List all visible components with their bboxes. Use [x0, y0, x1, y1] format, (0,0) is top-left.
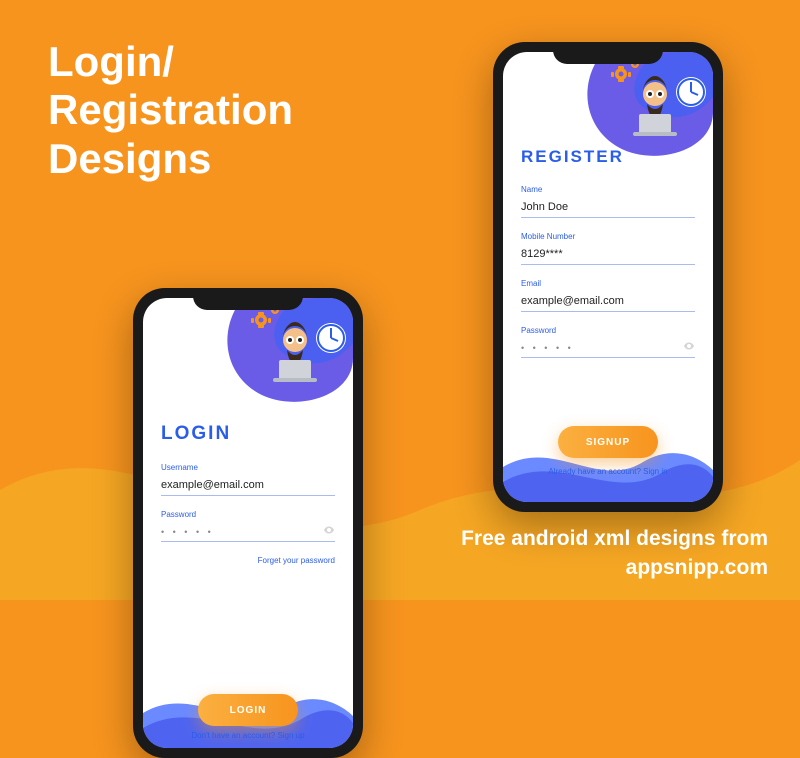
username-input[interactable] [161, 476, 335, 496]
signup-button[interactable]: SIGNUP [558, 426, 658, 458]
headline: Login/ Registration Designs [48, 38, 293, 183]
visibility-icon[interactable] [683, 340, 695, 352]
password-label: Password [161, 510, 335, 519]
hero-illustration [203, 298, 353, 418]
mobile-input[interactable] [521, 245, 695, 265]
password-input[interactable] [521, 340, 695, 358]
headline-line: Login/ [48, 38, 174, 85]
username-label: Username [161, 463, 335, 472]
signin-link[interactable]: Already have an account? Sign in [503, 467, 713, 476]
register-title: REGISTER [521, 147, 695, 167]
email-label: Email [521, 279, 695, 288]
password-input[interactable] [161, 524, 335, 542]
mobile-field: Mobile Number [521, 232, 695, 265]
footer-text: Free android xml designs from appsnipp.c… [461, 525, 768, 582]
password-field: Password [161, 510, 335, 542]
login-button[interactable]: LOGIN [198, 694, 298, 726]
headline-line: Designs [48, 135, 211, 182]
username-field: Username [161, 463, 335, 496]
forgot-password-link[interactable]: Forget your password [161, 556, 335, 565]
signup-link[interactable]: Don't have an account? Sign up [143, 731, 353, 740]
login-screen: LOGIN Username Password Forget your pass… [143, 298, 353, 748]
login-form: LOGIN Username Password Forget your pass… [161, 423, 335, 565]
phone-notch [193, 288, 303, 310]
name-input[interactable] [521, 198, 695, 218]
register-screen: REGISTER Name Mobile Number Email Passwo… [503, 52, 713, 502]
password-field: Password [521, 326, 695, 358]
phone-notch [553, 42, 663, 64]
visibility-icon[interactable] [323, 524, 335, 536]
login-title: LOGIN [161, 423, 335, 445]
headline-line: Registration [48, 86, 293, 133]
phone-login: LOGIN Username Password Forget your pass… [133, 288, 363, 758]
email-input[interactable] [521, 292, 695, 312]
email-field: Email [521, 279, 695, 312]
register-form: REGISTER Name Mobile Number Email Passwo… [521, 147, 695, 372]
password-label: Password [521, 326, 695, 335]
name-field: Name [521, 185, 695, 218]
footer-line: appsnipp.com [626, 556, 768, 579]
name-label: Name [521, 185, 695, 194]
mobile-label: Mobile Number [521, 232, 695, 241]
phone-register: REGISTER Name Mobile Number Email Passwo… [493, 42, 723, 512]
footer-line: Free android xml designs from [461, 527, 768, 550]
